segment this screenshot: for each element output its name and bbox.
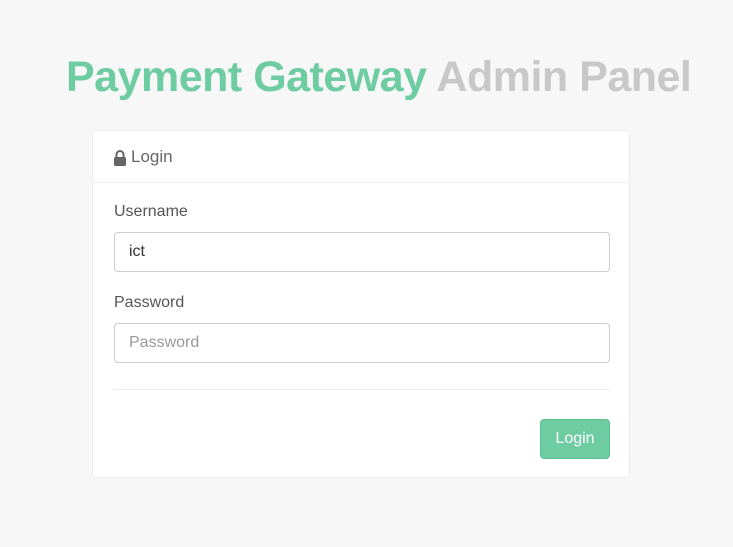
login-card: Login Username Password Login <box>92 130 630 478</box>
password-label: Password <box>114 294 185 311</box>
login-card-title: Login <box>131 146 173 166</box>
login-button[interactable]: Login <box>540 419 610 459</box>
password-field[interactable] <box>114 323 610 363</box>
lock-icon <box>113 149 127 167</box>
page-title-secondary: Admin Panel <box>436 53 692 101</box>
form-divider <box>114 389 610 390</box>
page-title: Payment Gateway Admin Panel <box>66 52 692 104</box>
page-title-primary: Payment Gateway <box>66 53 427 101</box>
username-label: Username <box>114 203 188 220</box>
login-card-header: Login <box>93 131 629 183</box>
username-field[interactable] <box>114 232 610 272</box>
